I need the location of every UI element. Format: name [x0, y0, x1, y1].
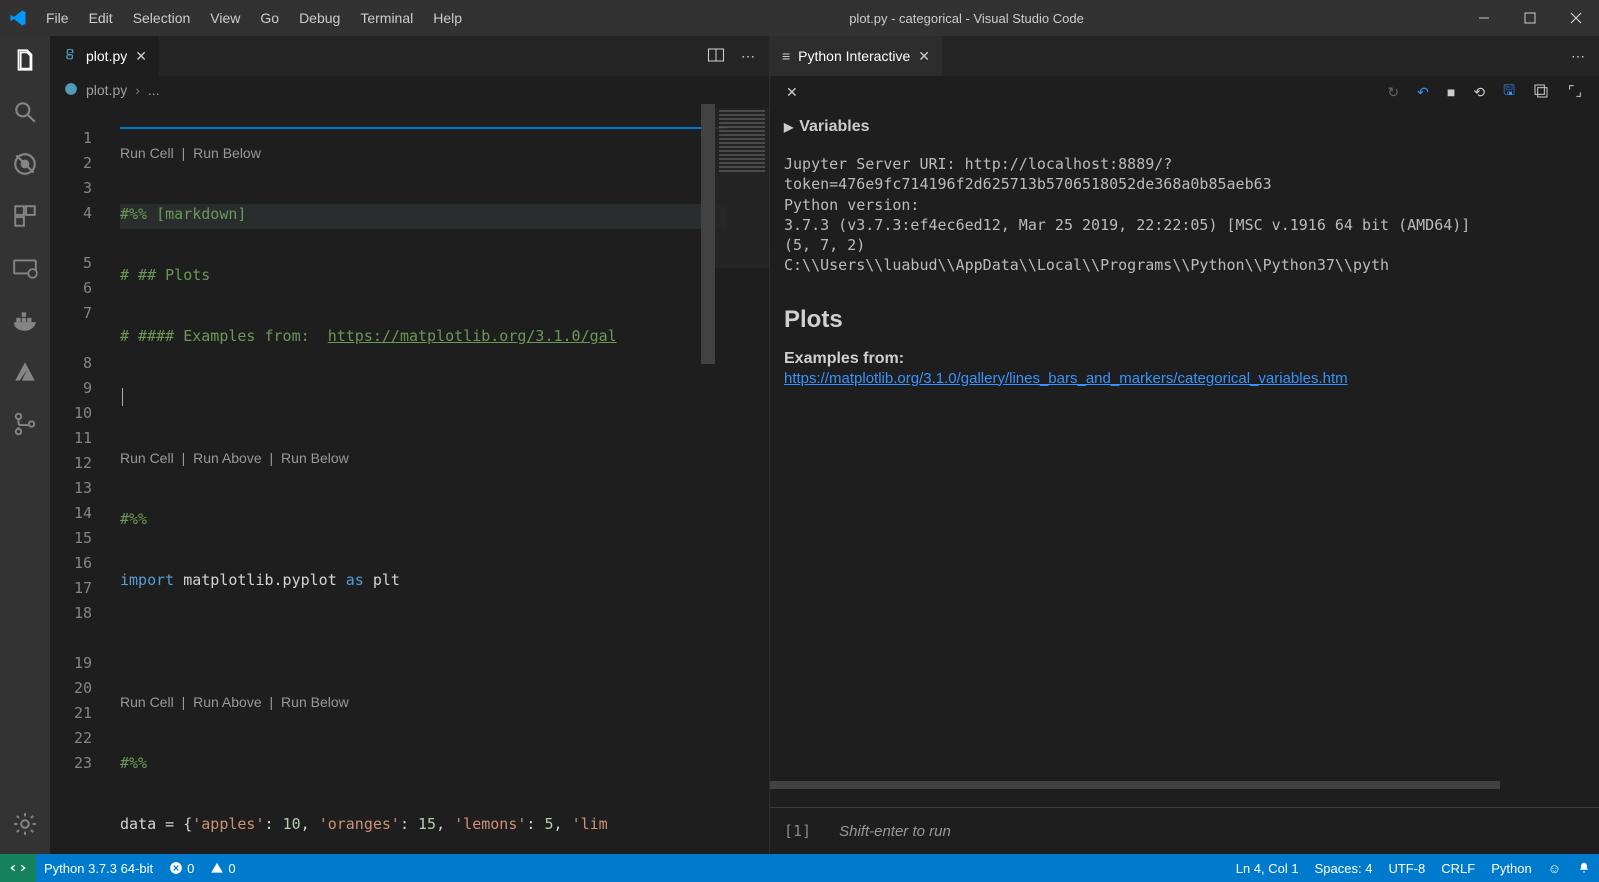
breadcrumbs[interactable]: plot.py › ...: [50, 76, 769, 104]
save-icon[interactable]: 🖫: [1503, 80, 1515, 104]
markdown-output: Plots Examples from: https://matplotlib.…: [770, 284, 1599, 397]
codelens-run-cell-1[interactable]: Run Cell | Run Below: [120, 140, 769, 165]
menu-edit[interactable]: Edit: [79, 0, 123, 36]
code-editor[interactable]: 1 2 3 4 5 6 7 8 9 10 11 12 13 14 15: [50, 104, 769, 854]
interactive-toolbar: ✕ ↻ ↶ ■ ⟲ 🖫: [770, 76, 1599, 108]
menu-debug[interactable]: Debug: [289, 0, 350, 36]
status-eol[interactable]: CRLF: [1433, 854, 1483, 882]
tab-python-interactive[interactable]: ≡ Python Interactive ✕: [770, 36, 943, 76]
interactive-tab-label: Python Interactive: [798, 48, 910, 64]
undo-icon[interactable]: ↶: [1417, 84, 1429, 101]
examples-label: Examples from:: [784, 350, 1585, 368]
status-cursor-position[interactable]: Ln 4, Col 1: [1228, 854, 1307, 882]
chevron-right-icon: ›: [135, 82, 140, 98]
notifications-icon[interactable]: [1569, 854, 1599, 882]
status-bar: Python 3.7.3 64-bit 0 0 Ln 4, Col 1 Spac…: [0, 854, 1599, 882]
activity-bar: [0, 36, 50, 854]
interactive-tabs: ≡ Python Interactive ✕ ⋯: [770, 36, 1599, 76]
more-actions-icon[interactable]: ⋯: [741, 48, 755, 65]
remote-indicator[interactable]: [0, 854, 36, 882]
menu-selection[interactable]: Selection: [123, 0, 201, 36]
extensions-icon[interactable]: [11, 202, 39, 230]
minimize-button[interactable]: [1461, 0, 1507, 36]
minimap[interactable]: [715, 108, 769, 268]
menu-view[interactable]: View: [200, 0, 250, 36]
docker-icon[interactable]: [11, 306, 39, 334]
breadcrumb-more[interactable]: ...: [148, 82, 160, 98]
server-output: Jupyter Server URI: http://localhost:888…: [770, 146, 1599, 284]
line-number-gutter: 1 2 3 4 5 6 7 8 9 10 11 12 13 14 15: [50, 104, 108, 779]
debug-disabled-icon[interactable]: [11, 150, 39, 178]
breadcrumb-filename[interactable]: plot.py: [86, 82, 127, 98]
maximize-button[interactable]: [1507, 0, 1553, 36]
editor-tabs: plot.py ✕ ⋯: [50, 36, 769, 76]
title-bar: File Edit Selection View Go Debug Termin…: [0, 0, 1599, 36]
python-file-icon: [64, 82, 78, 99]
variables-label: Variables: [799, 118, 869, 136]
codelens-run-cell-2[interactable]: Run Cell | Run Above | Run Below: [120, 445, 769, 470]
vscode-logo-icon: [0, 8, 36, 28]
codelens-run-cell-3[interactable]: Run Cell | Run Above | Run Below: [120, 689, 769, 714]
menu-go[interactable]: Go: [250, 0, 289, 36]
redo-icon[interactable]: ↻: [1387, 84, 1399, 101]
editor-vertical-scrollbar[interactable]: [701, 104, 715, 854]
prompt-number: [1]: [784, 822, 811, 840]
settings-gear-icon[interactable]: [11, 810, 39, 838]
window-title: plot.py - categorical - Visual Studio Co…: [472, 11, 1461, 26]
status-python[interactable]: Python 3.7.3 64-bit: [36, 854, 161, 882]
export-icon[interactable]: [1533, 83, 1549, 102]
lines-icon: ≡: [782, 48, 790, 64]
interactive-horizontal-scrollbar[interactable]: [770, 781, 1599, 789]
stop-icon[interactable]: ■: [1447, 84, 1455, 100]
expand-icon[interactable]: [1567, 83, 1583, 102]
matplotlib-link[interactable]: https://matplotlib.org/3.1.0/gallery/lin…: [784, 370, 1348, 387]
plots-heading: Plots: [784, 306, 1585, 334]
menu-file[interactable]: File: [36, 0, 79, 36]
explorer-icon[interactable]: [11, 46, 39, 74]
status-warnings[interactable]: 0: [202, 854, 243, 882]
status-language[interactable]: Python: [1483, 854, 1539, 882]
tab-close-icon[interactable]: ✕: [135, 48, 147, 65]
interactive-panel: ≡ Python Interactive ✕ ⋯ ✕ ↻ ↶ ■ ⟲ 🖫: [770, 36, 1599, 854]
status-indentation[interactable]: Spaces: 4: [1307, 854, 1381, 882]
status-errors[interactable]: 0: [161, 854, 202, 882]
search-icon[interactable]: [11, 98, 39, 126]
python-file-icon: [62, 47, 78, 66]
close-window-button[interactable]: [1553, 0, 1599, 36]
menu-bar: File Edit Selection View Go Debug Termin…: [36, 0, 472, 36]
source-control-icon[interactable]: [11, 410, 39, 438]
prompt-hint: Shift-enter to run: [839, 823, 951, 840]
status-encoding[interactable]: UTF-8: [1380, 854, 1433, 882]
restart-icon[interactable]: ⟲: [1473, 84, 1485, 101]
menu-terminal[interactable]: Terminal: [350, 0, 423, 36]
menu-help[interactable]: Help: [423, 0, 472, 36]
tab-close-icon[interactable]: ✕: [918, 48, 930, 65]
remote-explorer-icon[interactable]: [11, 254, 39, 282]
feedback-icon[interactable]: ☺: [1540, 854, 1569, 882]
interactive-input[interactable]: [1] Shift-enter to run: [770, 808, 1599, 854]
azure-icon[interactable]: [11, 358, 39, 386]
chevron-right-icon: ▶: [784, 120, 793, 134]
tab-plot-py[interactable]: plot.py ✕: [50, 36, 160, 76]
tab-filename: plot.py: [86, 48, 127, 64]
more-actions-icon[interactable]: ⋯: [1571, 48, 1585, 65]
editor-group: plot.py ✕ ⋯ plot.py › ...: [50, 36, 770, 854]
split-editor-icon[interactable]: [707, 46, 725, 67]
variables-section[interactable]: ▶ Variables: [770, 108, 1599, 146]
cancel-icon[interactable]: ✕: [786, 84, 798, 101]
